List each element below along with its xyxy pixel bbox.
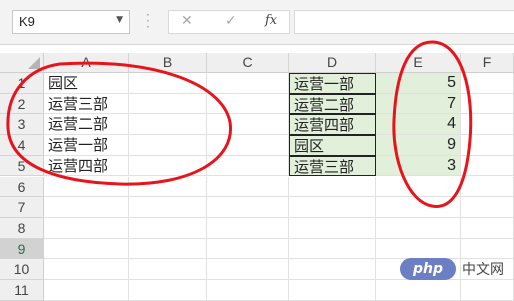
- select-all-icon: [28, 57, 40, 69]
- cell-f5[interactable]: [461, 155, 514, 177]
- cell-c9[interactable]: [207, 238, 289, 260]
- cell-d3[interactable]: 运营四部: [289, 114, 376, 136]
- cell-e11[interactable]: [376, 280, 461, 301]
- cell-e9[interactable]: [376, 238, 461, 260]
- cell-b11[interactable]: [129, 280, 207, 301]
- column-header-c[interactable]: C: [207, 53, 289, 73]
- cell-d6[interactable]: [289, 176, 376, 198]
- cell-a10[interactable]: [44, 259, 129, 280]
- cell-b2[interactable]: [129, 93, 207, 115]
- cell-d5[interactable]: 运营三部: [289, 155, 376, 177]
- column-header-b[interactable]: B: [129, 53, 207, 73]
- cell-d1[interactable]: 运营一部: [289, 73, 376, 94]
- cell-b5[interactable]: [129, 155, 207, 177]
- cell-c4[interactable]: [207, 135, 289, 156]
- cell-f6[interactable]: [461, 176, 514, 198]
- cell-a7[interactable]: [44, 197, 129, 218]
- insert-function-icon[interactable]: fx: [265, 13, 277, 28]
- cell-a5[interactable]: 运营四部: [44, 155, 129, 177]
- row-header-1[interactable]: 1: [0, 73, 44, 94]
- cell-d11[interactable]: [289, 280, 376, 301]
- row-header-3[interactable]: 3: [0, 114, 44, 136]
- cell-b7[interactable]: [129, 197, 207, 218]
- row-header-11[interactable]: 11: [0, 280, 44, 301]
- cell-d8[interactable]: [289, 217, 376, 239]
- cell-c8[interactable]: [207, 217, 289, 239]
- row-header-6[interactable]: 6: [0, 176, 44, 198]
- cell-b6[interactable]: [129, 176, 207, 198]
- cell-e2[interactable]: 7: [376, 93, 461, 115]
- select-all-button[interactable]: [0, 53, 44, 73]
- cell-e6[interactable]: [376, 176, 461, 198]
- cell-f8[interactable]: [461, 217, 514, 239]
- cell-b9[interactable]: [129, 238, 207, 260]
- cell-e4[interactable]: 9: [376, 135, 461, 156]
- cell-f1[interactable]: [461, 73, 514, 94]
- cell-f9[interactable]: [461, 238, 514, 260]
- cell-a9[interactable]: [44, 238, 129, 260]
- cell-e3[interactable]: 4: [376, 114, 461, 136]
- cell-b10[interactable]: [129, 259, 207, 280]
- cell-d2[interactable]: 运营二部: [289, 93, 376, 115]
- cell-c10[interactable]: [207, 259, 289, 280]
- cell-a6[interactable]: [44, 176, 129, 198]
- chevron-down-icon[interactable]: ▼: [116, 15, 123, 25]
- formula-input[interactable]: [294, 10, 514, 34]
- name-box-value: K9: [19, 14, 35, 29]
- column-header-e[interactable]: E: [376, 53, 461, 73]
- cancel-icon[interactable]: ✕: [181, 13, 193, 29]
- cell-d10[interactable]: [289, 259, 376, 280]
- cell-d4[interactable]: 园区: [289, 135, 376, 156]
- row-header-4[interactable]: 4: [0, 135, 44, 156]
- cell-e1[interactable]: 5: [376, 73, 461, 94]
- cell-b8[interactable]: [129, 217, 207, 239]
- cell-f3[interactable]: [461, 114, 514, 136]
- cell-c7[interactable]: [207, 197, 289, 218]
- row-header-5[interactable]: 5: [0, 155, 44, 177]
- cell-a4[interactable]: 运营一部: [44, 135, 129, 156]
- row-header-2[interactable]: 2: [0, 93, 44, 115]
- formula-buttons: ✕ ✓ fx: [168, 10, 290, 34]
- cell-a2[interactable]: 运营三部: [44, 93, 129, 115]
- cell-a8[interactable]: [44, 217, 129, 239]
- cell-e8[interactable]: [376, 217, 461, 239]
- cell-c11[interactable]: [207, 280, 289, 301]
- row-header-10[interactable]: 10: [0, 259, 44, 280]
- cell-c1[interactable]: [207, 73, 289, 94]
- cell-b4[interactable]: [129, 135, 207, 156]
- cell-d7[interactable]: [289, 197, 376, 218]
- cell-c2[interactable]: [207, 93, 289, 115]
- watermark-text: 中文网: [462, 262, 504, 278]
- cell-a1[interactable]: 园区: [44, 73, 129, 94]
- column-header-d[interactable]: D: [289, 53, 376, 73]
- cell-c6[interactable]: [207, 176, 289, 198]
- column-header-f[interactable]: F: [461, 53, 514, 73]
- cell-f7[interactable]: [461, 197, 514, 218]
- row-header-9[interactable]: 9: [0, 238, 44, 260]
- cell-d9[interactable]: [289, 238, 376, 260]
- cell-e5[interactable]: 3: [376, 155, 461, 177]
- cell-f11[interactable]: [461, 280, 514, 301]
- column-header-a[interactable]: A: [44, 53, 129, 73]
- name-box[interactable]: K9 ▼: [12, 10, 130, 34]
- cell-e7[interactable]: [376, 197, 461, 218]
- cell-f2[interactable]: [461, 93, 514, 115]
- cell-c5[interactable]: [207, 155, 289, 177]
- cell-f4[interactable]: [461, 135, 514, 156]
- cell-b1[interactable]: [129, 73, 207, 94]
- row-header-7[interactable]: 7: [0, 197, 44, 218]
- cell-a11[interactable]: [44, 280, 129, 301]
- row-header-8[interactable]: 8: [0, 217, 44, 239]
- cell-a3[interactable]: 运营二部: [44, 114, 129, 136]
- php-logo: php: [400, 258, 456, 280]
- more-vert-icon: · · ·: [146, 8, 150, 34]
- cell-c3[interactable]: [207, 114, 289, 136]
- cell-b3[interactable]: [129, 114, 207, 136]
- check-icon[interactable]: ✓: [225, 13, 237, 29]
- formula-bar: K9 ▼ · · · ✕ ✓ fx: [0, 0, 514, 45]
